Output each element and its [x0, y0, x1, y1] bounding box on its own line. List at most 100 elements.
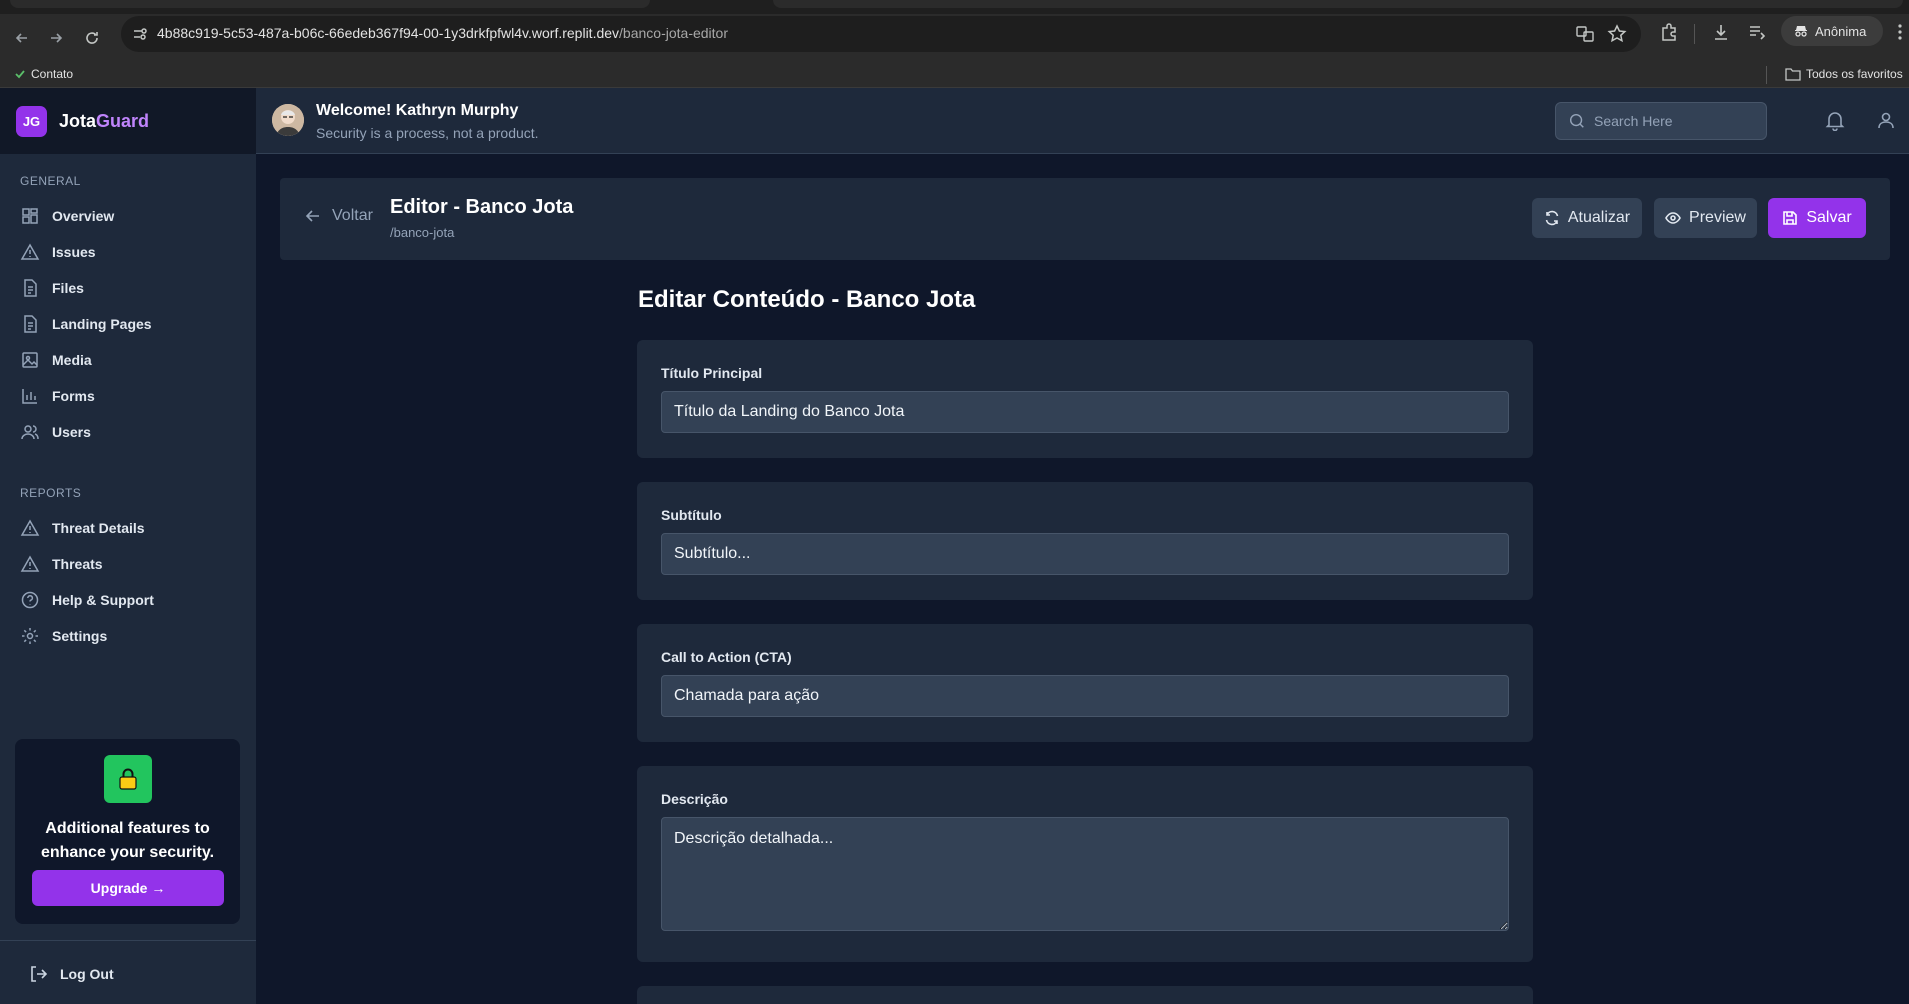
sidebar-item-threat-details[interactable]: Threat Details	[0, 510, 256, 546]
sidebar-item-forms[interactable]: Forms	[0, 378, 256, 414]
help-icon	[21, 591, 39, 609]
incognito-icon	[1795, 26, 1807, 37]
reading-list-icon[interactable]	[1747, 22, 1767, 42]
field-card-subtitle: Subtítulo	[637, 482, 1533, 600]
refresh-button[interactable]: Atualizar	[1532, 198, 1642, 238]
save-label: Salvar	[1806, 209, 1852, 226]
reload-icon[interactable]	[76, 22, 108, 54]
upgrade-card: Additional features to enhance your secu…	[15, 739, 240, 924]
save-button[interactable]: Salvar	[1768, 198, 1866, 238]
browser-tab-edge[interactable]	[10, 0, 650, 8]
address-bar[interactable]: 4b88c919-5c53-487a-b06c-66edeb367f94-00-…	[121, 16, 1641, 52]
logout-label: Log Out	[60, 966, 114, 982]
grid-icon	[22, 208, 38, 224]
field-card-description: Descrição	[637, 766, 1533, 962]
preview-label: Preview	[1689, 209, 1746, 226]
incognito-profile-button[interactable]: Anônima	[1781, 16, 1883, 46]
file-icon	[24, 315, 37, 333]
main-title-label: Título Principal	[661, 365, 763, 381]
page-title: Editor - Banco Jota	[390, 196, 574, 218]
url-host: 4b88c919-5c53-487a-b06c-66edeb367f94-00-…	[157, 25, 620, 41]
welcome-tagline: Security is a process, not a product.	[316, 125, 539, 141]
app-header: Welcome! Kathryn Murphy Security is a pr…	[256, 88, 1909, 154]
upgrade-text: Additional features to enhance your secu…	[40, 820, 215, 861]
sidebar-item-help-support[interactable]: Help & Support	[0, 582, 256, 618]
sidebar-item-threats[interactable]: Threats	[0, 546, 256, 582]
sidebar-item-issues[interactable]: Issues	[0, 234, 256, 270]
browser-tabstrip	[0, 0, 1909, 14]
sidebar-item-overview[interactable]: Overview	[0, 198, 256, 234]
bookmark-all-favorites[interactable]: Todos os favoritos	[1785, 67, 1903, 81]
content-title: Editar Conteúdo - Banco Jota	[638, 286, 976, 313]
browser-tab-edge[interactable]	[773, 0, 1903, 8]
browser-toolbar: 4b88c919-5c53-487a-b06c-66edeb367f94-00-…	[0, 14, 1909, 62]
upgrade-button[interactable]: Upgrade →	[32, 870, 224, 906]
preview-button[interactable]: Preview	[1654, 198, 1757, 238]
back-button[interactable]: Voltar	[304, 207, 373, 225]
search-icon	[1569, 113, 1584, 128]
sidebar-item-files[interactable]: Files	[0, 270, 256, 306]
bookmark-label: Todos os favoritos	[1806, 67, 1903, 81]
brand[interactable]: JG JotaGuard	[0, 88, 256, 154]
download-icon[interactable]	[1711, 22, 1731, 42]
more-menu-icon[interactable]	[1893, 22, 1907, 42]
sidebar-item-settings[interactable]: Settings	[0, 618, 256, 654]
bookmarks-bar: Contato Todos os favoritos	[0, 62, 1909, 88]
save-icon	[1783, 211, 1798, 225]
subtitle-label: Subtítulo	[661, 507, 722, 523]
logout-button[interactable]: Log Out	[28, 964, 114, 984]
description-textarea[interactable]	[661, 817, 1509, 931]
sidebar-item-label: Overview	[52, 208, 115, 224]
address-url[interactable]: 4b88c919-5c53-487a-b06c-66edeb367f94-00-…	[157, 25, 728, 41]
site-settings-icon[interactable]	[131, 25, 149, 43]
search-box[interactable]	[1555, 102, 1767, 140]
main-content: Voltar Editor - Banco Jota /banco-jota A…	[256, 154, 1909, 1004]
url-path: /banco-jota-editor	[619, 25, 728, 41]
subtitle-input[interactable]	[661, 533, 1509, 575]
bookmark-star-icon[interactable]	[1607, 24, 1627, 44]
bookmarks-divider	[1766, 66, 1767, 84]
avatar[interactable]	[272, 104, 304, 136]
sidebar-item-label: Settings	[52, 628, 108, 644]
main-title-input[interactable]	[661, 391, 1509, 433]
sidebar-item-users[interactable]: Users	[0, 414, 256, 450]
cta-input[interactable]	[661, 675, 1509, 717]
refresh-label: Atualizar	[1567, 209, 1631, 226]
eye-icon	[1665, 212, 1681, 224]
lock-icon	[104, 755, 152, 803]
sidebar-item-label: Landing Pages	[52, 316, 152, 332]
sidebar-item-label: Help & Support	[52, 592, 154, 608]
sidebar-item-label: Forms	[52, 388, 95, 404]
warning-icon	[20, 243, 40, 260]
brand-logo: JG	[16, 105, 47, 137]
warning-icon	[20, 555, 40, 572]
field-card-main-title: Título Principal	[637, 340, 1533, 458]
image-icon	[22, 352, 38, 368]
forward-arrow-icon[interactable]	[40, 22, 72, 54]
sidebar-item-label: Threat Details	[52, 520, 145, 536]
extensions-icon[interactable]	[1659, 22, 1679, 42]
sidebar-item-landing-pages[interactable]: Landing Pages	[0, 306, 256, 342]
search-input[interactable]	[1594, 113, 1754, 129]
section-label-reports: REPORTS	[20, 486, 82, 500]
general-nav: Overview Issues Files Landing Pages Medi…	[0, 198, 256, 450]
sidebar-item-label: Files	[52, 280, 84, 296]
toolbar-divider	[1694, 24, 1695, 44]
logout-divider	[0, 940, 256, 941]
sidebar-item-label: Users	[52, 424, 91, 440]
bookmark-label: Contato	[31, 67, 74, 81]
sidebar-item-media[interactable]: Media	[0, 342, 256, 378]
bookmark-contato[interactable]: Contato	[14, 67, 73, 81]
translate-icon[interactable]	[1575, 24, 1595, 44]
brand-name: JotaGuard	[59, 111, 149, 132]
sidebar-item-label: Media	[52, 352, 92, 368]
brand-name-part2: Guard	[96, 110, 150, 131]
user-icon[interactable]	[1875, 109, 1897, 131]
cta-label: Call to Action (CTA)	[661, 649, 792, 665]
logout-icon	[31, 966, 48, 982]
sidebar: JG JotaGuard GENERAL Overview Issues Fil…	[0, 88, 256, 1004]
bell-icon[interactable]	[1824, 109, 1846, 132]
field-card-next	[637, 986, 1533, 1004]
users-icon	[21, 425, 39, 440]
back-arrow-icon[interactable]	[6, 22, 38, 54]
